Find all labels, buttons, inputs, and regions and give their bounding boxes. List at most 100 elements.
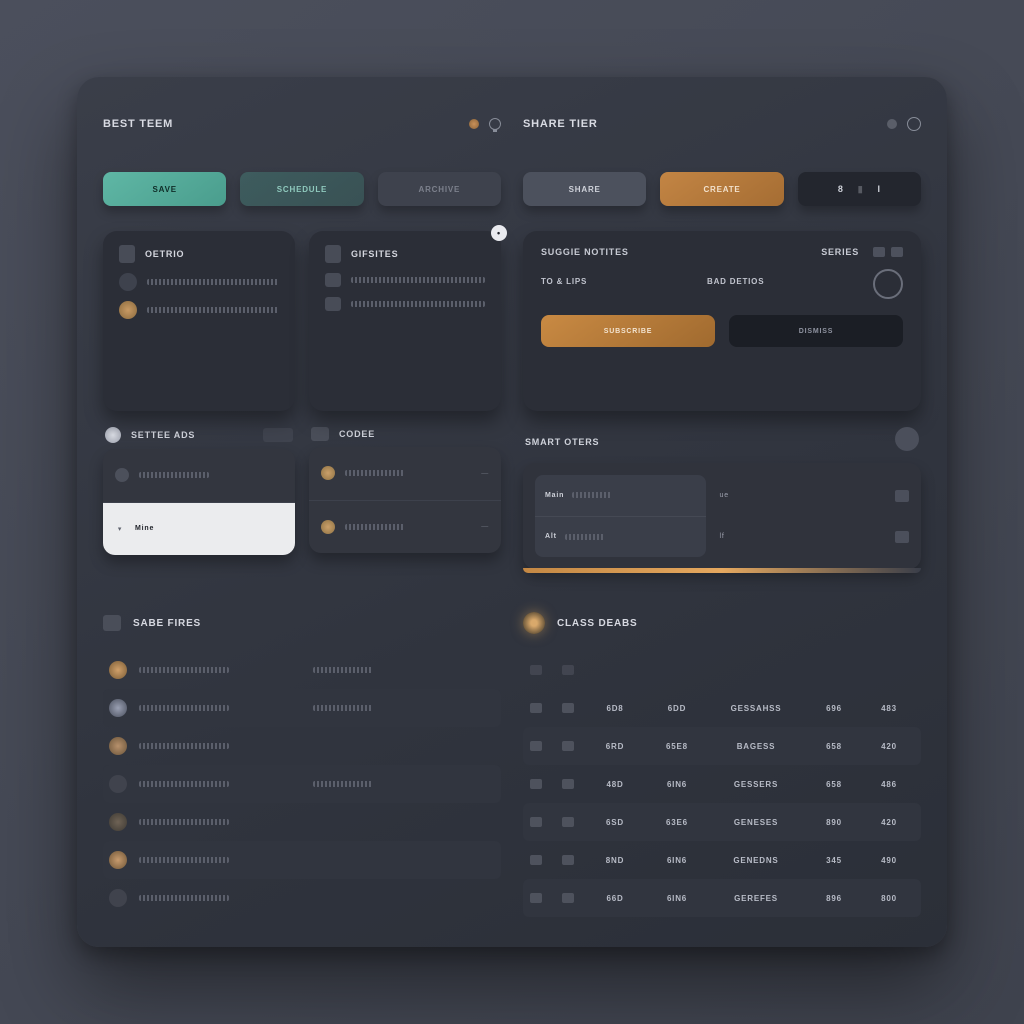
share-button[interactable]: SHARE [523,172,646,206]
buildings-icon [103,615,121,631]
section-head-left: SABE FIRES [103,591,501,641]
cell-icon [562,817,574,827]
gem-icon [105,427,121,443]
section-title: CLASS DEABS [557,618,637,629]
placeholder-text [147,307,279,313]
notification-badge: • [491,225,507,241]
pane-row[interactable]: — [309,500,501,554]
placeholder-text [351,301,485,307]
avatar-icon [109,737,127,755]
table-row[interactable]: 6RD65E8BAGESS658420 [523,727,921,765]
pane-head-codee: CODEE [309,421,501,447]
pane-title: SMART OTERS [525,437,599,447]
card-icon [325,245,341,263]
big-card-meta: SERIES [821,247,859,257]
avatar-icon [109,661,127,679]
list-item[interactable] [103,765,501,803]
cell-icon [562,893,574,903]
list-item[interactable] [103,879,501,917]
big-card: SUGGIE NOTITES SERIES TO & LIPS BAD DETI… [523,231,921,411]
right-table: 6D86DDGESSAHSS696483 6RD65E8BAGESS658420… [523,651,921,933]
mode-toggle[interactable]: 8 ▮ I [798,172,921,206]
left-sublabel: TO & LIPS [541,277,691,286]
avatar-icon [109,813,127,831]
card-gifsites[interactable]: • GIFSITES [309,231,501,411]
card-oetrio[interactable]: OETRIO [103,231,295,411]
user-avatar[interactable] [895,427,919,451]
table-header-row [523,651,921,689]
folder-icon [325,297,341,311]
avatar-icon [119,273,137,291]
save-button[interactable]: SAVE [103,172,226,206]
card-title: OETRIO [145,249,184,259]
cell-icon [562,741,574,751]
pane-row[interactable]: — [309,447,501,500]
dismiss-button[interactable]: DISMISS [729,315,903,347]
pane-head-settee: SETTEE ADS [103,421,295,449]
grid-icon [311,427,329,441]
pane-codee: — — [309,447,501,553]
table-row[interactable]: 6SD63E6GENESES890420 [523,803,921,841]
row-label [139,472,209,478]
create-button[interactable]: CREATE [660,172,783,206]
section-head-right: CLASS DEABS [523,591,921,641]
pane-title: SETTEE ADS [131,430,195,440]
ring-icon[interactable] [907,117,921,131]
list-item[interactable] [103,841,501,879]
left-header: BEST TEEM [103,101,501,147]
row-label: Mine [135,525,154,532]
list-item[interactable] [103,727,501,765]
list-item[interactable] [103,803,501,841]
list-item[interactable] [103,689,501,727]
subpane: Main Alt [535,475,706,557]
cell-icon [562,703,574,713]
pane-row-selected[interactable]: ▾ Mine [103,502,295,556]
subpane-row[interactable]: Alt [535,516,706,558]
avatar-icon [109,775,127,793]
list-icon[interactable] [891,247,903,257]
pane-row[interactable] [103,449,295,502]
pane-settee: ▾ Mine [103,449,295,555]
table-row[interactable]: 48D6IN6GESSERS658486 [523,765,921,803]
archive-button[interactable]: ARCHIVE [378,172,501,206]
right-header-title: SHARE TIER [523,118,598,130]
right-header: SHARE TIER [523,101,921,147]
square-icon [895,531,909,543]
bulb-icon[interactable] [489,118,501,130]
row-label [345,470,405,476]
right-button-row: SHARE CREATE 8 ▮ I [523,157,921,221]
avatar-icon [109,851,127,869]
side-row[interactable]: ue [720,490,909,502]
list-item[interactable] [103,651,501,689]
placeholder-text [147,279,279,285]
chevron-down-icon: ▾ [115,525,125,533]
pane-title: CODEE [339,429,375,439]
cell-icon [530,703,542,713]
table-row[interactable]: 66D6IN6GEREFES896800 [523,879,921,917]
bell-avatar-icon [523,612,545,634]
status-dot-icon [469,119,479,129]
row-value: — [481,470,489,477]
cell-icon [530,741,542,751]
placeholder-text [351,277,485,283]
row-icon [321,466,335,480]
table-row[interactable]: 8ND6IN6GENEDNS345490 [523,841,921,879]
schedule-button[interactable]: SCHEDULE [240,172,363,206]
avatar-icon [119,301,137,319]
grid-icon[interactable] [873,247,885,257]
cell-icon [530,855,542,865]
side-row[interactable]: lf [720,531,909,543]
col-icon [530,665,542,675]
left-header-title: BEST TEEM [103,118,173,130]
right-sublabel: BAD DETIOS [707,277,857,286]
big-card-title: SUGGIE NOTITES [541,247,629,257]
tag-chip[interactable] [263,428,293,442]
card-title: GIFSITES [351,249,398,259]
table-row[interactable]: 6D86DDGESSAHSS696483 [523,689,921,727]
subpane-row[interactable]: Main [535,475,706,516]
progress-ring-icon [873,269,903,299]
dot-icon [887,119,897,129]
cell-icon [562,779,574,789]
cell-icon [530,893,542,903]
subscribe-button[interactable]: SUBSCRIBE [541,315,715,347]
